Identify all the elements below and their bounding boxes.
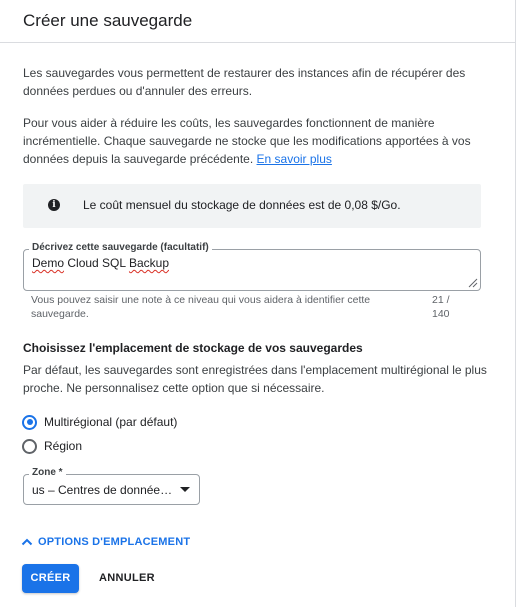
learn-more-link[interactable]: En savoir plus (257, 152, 332, 166)
cost-info-banner: i Le coût mensuel du stockage de données… (23, 184, 481, 228)
create-button[interactable]: CRÉER (22, 564, 79, 593)
cost-paragraph-text: Pour vous aider à réduire les coûts, les… (23, 116, 471, 166)
zone-label: Zone * (29, 467, 66, 478)
description-label: Décrivez cette sauvegarde (facultatif) (29, 242, 212, 253)
radio-region[interactable]: Région (22, 438, 82, 454)
dialog-header: Créer une sauvegarde (0, 0, 516, 43)
cost-info-text: Le coût mensuel du stockage de données e… (83, 198, 401, 212)
description-value[interactable]: Demo Cloud SQL Backup (32, 256, 169, 270)
character-counter-max: 140 (432, 308, 450, 320)
cost-paragraph: Pour vous aider à réduire les coûts, les… (23, 114, 493, 168)
intro-paragraph: Les sauvegardes vous permettent de resta… (23, 66, 466, 98)
radio-unchecked-icon[interactable] (22, 438, 37, 454)
radio-multiregional-label: Multirégional (par défaut) (44, 415, 178, 429)
location-options-toggle[interactable]: OPTIONS D'EMPLACEMENT (21, 535, 190, 549)
radio-region-label: Région (44, 439, 83, 453)
radio-checked-icon[interactable] (22, 414, 37, 430)
character-counter-count: 21 / (432, 294, 450, 306)
zone-select[interactable]: Zone * us – Centres de données dans plus… (23, 467, 200, 505)
location-description: Par défaut, les sauvegardes sont enregis… (23, 363, 487, 395)
location-heading: Choisissez l'emplacement de stockage de … (23, 341, 363, 355)
description-helper-text: Vous pouvez saisir une note à ce niveau … (31, 294, 371, 320)
zone-value: us – Centres de données dans plusieurs r… (32, 483, 174, 497)
cancel-button[interactable]: ANNULER (92, 564, 162, 593)
create-backup-dialog: Créer une sauvegarde Les sauvegardes vou… (0, 0, 516, 607)
radio-multiregional[interactable]: Multirégional (par défaut) (22, 414, 177, 430)
character-counter: 21 / 140 (432, 293, 462, 321)
chevron-up-icon (21, 538, 33, 546)
dropdown-arrow-icon (180, 487, 190, 492)
info-icon: i (48, 199, 60, 211)
description-value-word: Cloud SQL (67, 256, 126, 270)
location-options-label: OPTIONS D'EMPLACEMENT (38, 536, 191, 548)
description-value-word: Backup (128, 256, 169, 270)
description-value-word: Demo (32, 256, 65, 270)
resize-handle-icon[interactable] (466, 276, 478, 288)
description-textarea[interactable]: Décrivez cette sauvegarde (facultatif) D… (23, 242, 481, 291)
dialog-title: Créer une sauvegarde (23, 11, 193, 30)
